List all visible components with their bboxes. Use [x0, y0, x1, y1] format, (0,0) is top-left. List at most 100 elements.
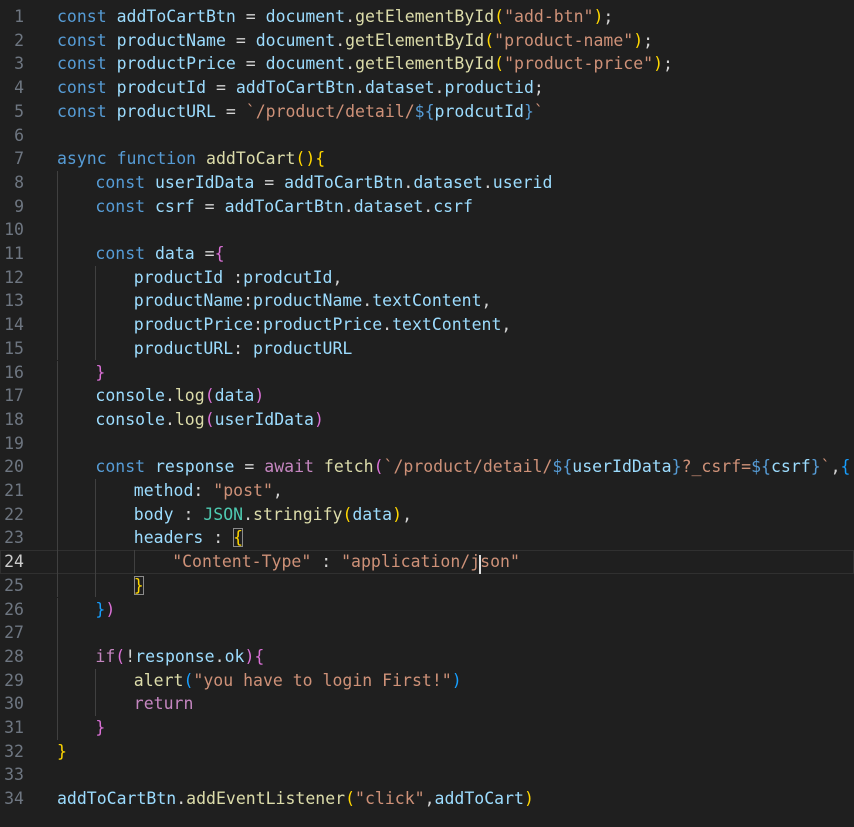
code-line[interactable]: 21 method: "post",: [0, 479, 854, 503]
line-number: 22: [4, 504, 24, 524]
code-line[interactable]: 23 headers : {: [0, 526, 854, 551]
code-token: dataset: [413, 172, 483, 192]
code-token: const: [95, 244, 155, 263]
code-token: addToCartBtn: [57, 789, 177, 809]
line-number: 24: [4, 552, 24, 572]
indent-guide: [95, 573, 97, 598]
line-number: 28: [4, 646, 24, 666]
code-line[interactable]: 14 productPrice:productPrice.textContent,: [0, 313, 854, 337]
code-text: method: "post",: [134, 479, 283, 503]
code-line[interactable]: 26}): [0, 597, 854, 622]
code-line[interactable]: 18 console.log(userIdData): [0, 407, 854, 432]
code-text: const csrf = addToCartBtn.dataset.csrf: [95, 195, 473, 219]
code-line[interactable]: 32}: [0, 740, 854, 764]
code-line[interactable]: 6: [0, 124, 854, 148]
code-text: async function addToCart(){: [57, 147, 325, 171]
code-token: addToCart: [434, 789, 524, 809]
indent-guide: [57, 384, 58, 408]
code-token: }: [95, 599, 106, 619]
code-token: const: [57, 54, 117, 74]
code-token: :: [311, 552, 342, 572]
code-token: .: [164, 386, 175, 406]
indent-guide: [57, 455, 58, 479]
code-line[interactable]: 2 const productName = document.getElement…: [0, 29, 854, 53]
line-number: 7: [14, 149, 24, 169]
code-line[interactable]: 8 const userIdData = addToCartBtn.dataset…: [0, 170, 854, 195]
code-token: .: [382, 315, 393, 335]
code-text: alert("you have to login First!"): [134, 669, 462, 693]
code-line[interactable]: 30 return: [0, 692, 854, 716]
code-line[interactable]: 16}: [0, 360, 854, 385]
code-line[interactable]: 34 addToCartBtn.addEventListener("click",…: [0, 787, 854, 811]
code-token: productName: [253, 291, 363, 311]
code-token: (: [204, 409, 215, 429]
code-text: productName:productName.textContent,: [134, 289, 492, 313]
code-text: const addToCartBtn = document.getElement…: [57, 5, 613, 29]
indent-guide: [95, 313, 97, 337]
code-token: ${: [414, 101, 435, 121]
code-token: const: [95, 196, 155, 216]
code-token: addToCartBtn: [224, 196, 344, 216]
code-text: return: [134, 692, 194, 716]
indent-guide: [57, 550, 58, 574]
code-line[interactable]: 17 console.log(data): [0, 384, 854, 408]
code-line[interactable]: 33: [0, 763, 854, 787]
code-token: getElementById: [345, 30, 485, 50]
code-text: const productURL = `/product/detail/${pr…: [57, 100, 544, 124]
code-editor[interactable]: 1 const addToCartBtn = document.getElemen…: [0, 0, 854, 827]
indent-guide: [57, 313, 58, 337]
code-token: productName: [116, 30, 226, 50]
code-token: ;: [663, 54, 673, 74]
code-token: }: [133, 575, 144, 595]
code-text: const data ={: [95, 242, 224, 266]
code-token: ${: [552, 457, 573, 477]
line-number: 2: [14, 30, 24, 50]
code-token: document: [255, 30, 336, 50]
code-line[interactable]: 4 const prodcutId = addToCartBtn.dataset.…: [0, 76, 854, 100]
code-line[interactable]: 25}: [0, 573, 854, 598]
line-number: 34: [4, 789, 24, 809]
code-line[interactable]: 5 const productURL = `/product/detail/${p…: [0, 100, 854, 124]
code-token: dataset: [353, 196, 424, 216]
code-line[interactable]: 20 const response = await fetch(`/product…: [0, 455, 854, 479]
code-line[interactable]: 11 const data ={: [0, 242, 854, 266]
code-text: productId :prodcutId,: [134, 266, 343, 290]
code-token: .: [482, 172, 493, 192]
code-token: userIdData: [214, 409, 314, 429]
code-line[interactable]: 29 alert("you have to login First!"): [0, 668, 854, 693]
code-line[interactable]: 19: [0, 431, 854, 456]
code-line[interactable]: 10: [0, 218, 854, 242]
code-token: (: [484, 30, 495, 50]
code-line[interactable]: 9 const csrf = addToCartBtn.dataset.csrf: [0, 194, 854, 219]
code-line[interactable]: 22 body : JSON.stringify(data),: [0, 502, 854, 527]
indent-guide: [57, 502, 58, 527]
line-number: 30: [4, 694, 24, 714]
code-token: :: [253, 315, 263, 335]
code-token: console: [95, 409, 165, 429]
code-line[interactable]: 15 productURL: productURL: [0, 336, 854, 361]
code-line[interactable]: 7 async function addToCart(){: [0, 147, 854, 171]
line-number: 13: [4, 291, 24, 311]
code-line[interactable]: 1 const addToCartBtn = document.getElemen…: [0, 5, 854, 29]
code-token: (: [373, 457, 384, 477]
line-number: 3: [14, 54, 24, 74]
line-number: 29: [4, 670, 24, 690]
code-token: productURL: [253, 338, 353, 358]
indent-guide: [57, 668, 58, 693]
code-token: productURL: [116, 101, 216, 121]
code-token: csrf: [433, 196, 473, 216]
line-number: 19: [4, 433, 24, 453]
code-token: textContent: [392, 315, 502, 335]
code-token: stringify: [253, 504, 343, 524]
code-line[interactable]: 31}: [0, 716, 854, 740]
code-token: function: [116, 149, 207, 169]
code-token: (: [345, 789, 356, 809]
code-line[interactable]: 24 "Content-Type" : "application/json": [0, 550, 854, 575]
code-token: :: [213, 528, 234, 548]
code-line[interactable]: 3 const productPrice = document.getElemen…: [0, 52, 854, 76]
code-line[interactable]: 27: [0, 621, 854, 645]
code-line[interactable]: 12 productId :prodcutId,: [0, 265, 854, 290]
code-line[interactable]: 28 if(!response.ok){: [0, 644, 854, 669]
code-token: .: [214, 646, 225, 666]
code-line[interactable]: 13 productName:productName.textContent,: [0, 289, 854, 314]
